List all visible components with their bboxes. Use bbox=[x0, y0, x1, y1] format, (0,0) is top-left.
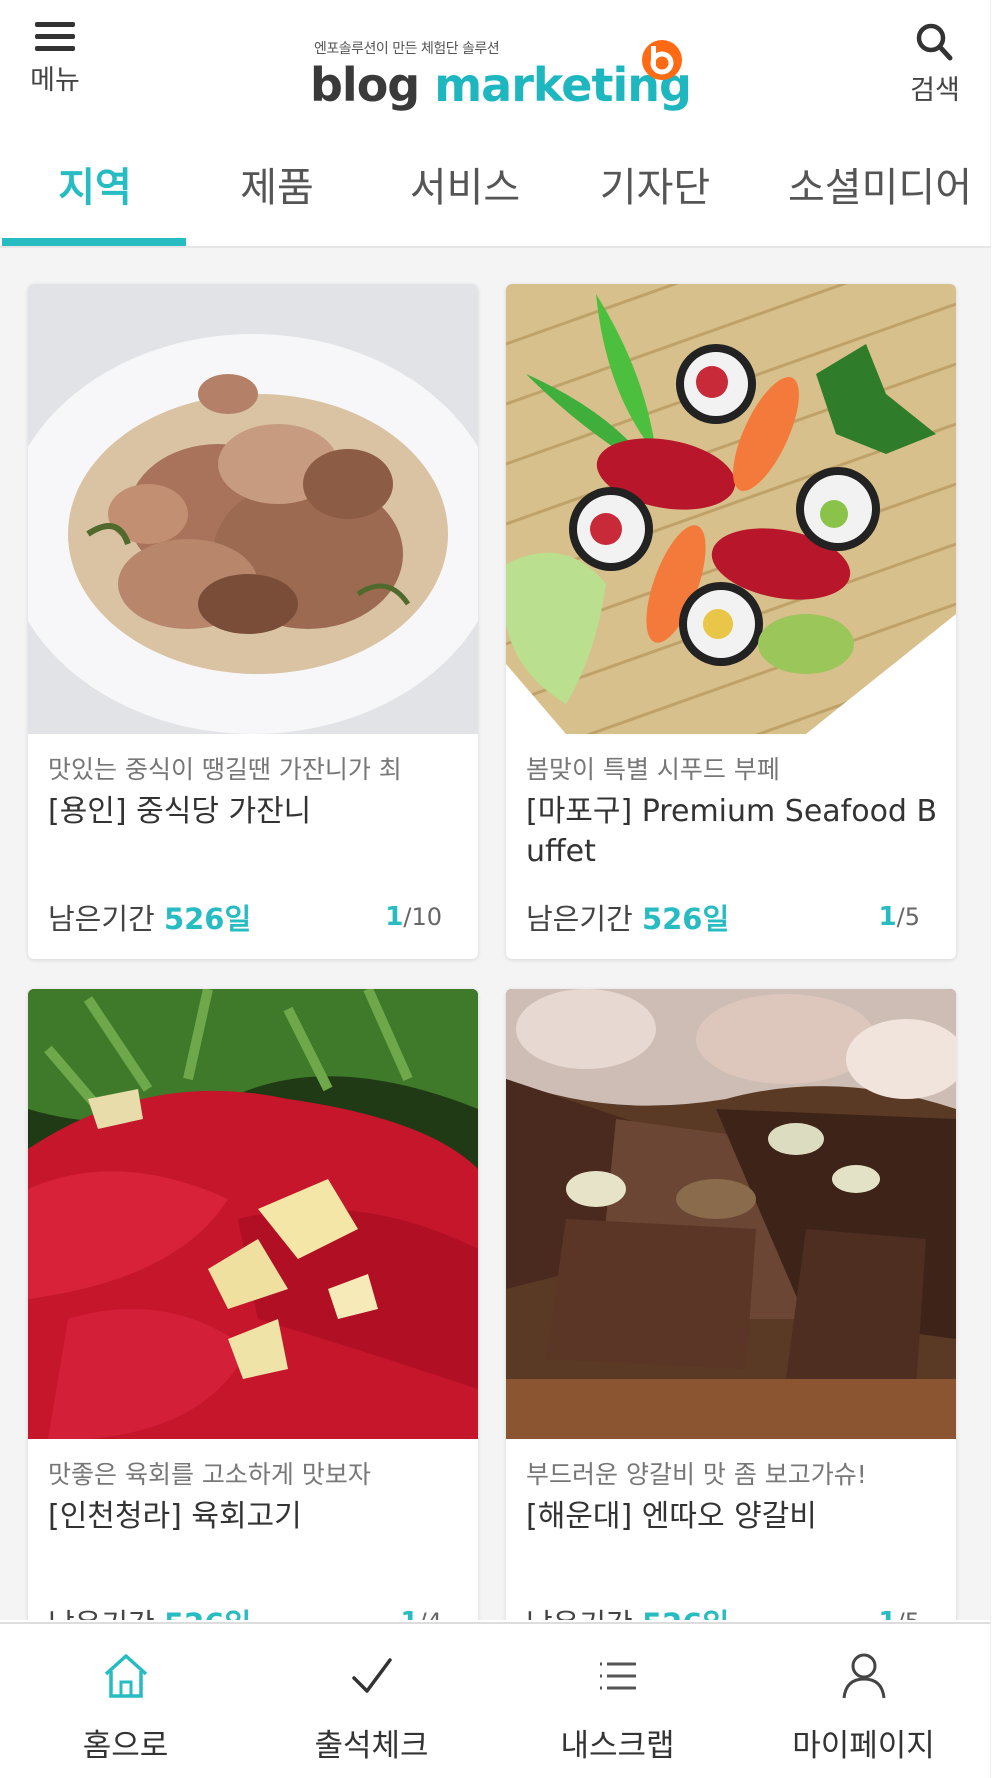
campaign-card[interactable]: 맛있는 중식이 땡길땐 가잔니가 최 [용인] 중식당 가잔니 남은기간 526… bbox=[28, 284, 478, 959]
category-tabs: 지역 제품 서비스 기자단 소셜미디어 bbox=[0, 140, 990, 248]
search-button[interactable]: 검색 bbox=[890, 22, 980, 107]
home-icon bbox=[104, 1654, 147, 1698]
card-image-stir-fry bbox=[28, 284, 478, 734]
campaign-card[interactable]: 봄맞이 특별 시푸드 부페 [마포구] Premium Seafood Buff… bbox=[506, 284, 956, 959]
nav-attendance-label: 출석체크 bbox=[314, 1728, 429, 1764]
tab-region[interactable]: 지역 bbox=[0, 140, 190, 246]
nav-scrap-label: 내스크랩 bbox=[560, 1728, 675, 1764]
campaign-grid: 맛있는 중식이 땡길땐 가잔니가 최 [용인] 중식당 가잔니 남은기간 526… bbox=[0, 248, 990, 1620]
logo-wordmark: blog marketing bbox=[310, 58, 692, 112]
nav-mypage-label: 마이페이지 bbox=[792, 1728, 935, 1764]
remaining-value: 526일 bbox=[163, 902, 252, 936]
nav-mypage[interactable]: 마이페이지 bbox=[740, 1624, 987, 1778]
count-total: /5 bbox=[896, 903, 920, 931]
applicant-count: 1/10 bbox=[385, 902, 442, 932]
active-tab-indicator bbox=[2, 238, 186, 246]
tab-product[interactable]: 제품 bbox=[182, 140, 372, 246]
card-image-lamb-ribs bbox=[506, 989, 956, 1439]
applicant-count: 1/5 bbox=[879, 902, 920, 932]
card-title: [마포구] Premium Seafood Buffet bbox=[526, 794, 938, 869]
menu-button[interactable]: 메뉴 bbox=[10, 22, 100, 97]
count-current: 1 bbox=[878, 902, 897, 932]
scrollbar-gutter bbox=[990, 0, 1000, 1778]
logo-tagline: 엔포솔루션이 만든 체험단 솔루션 bbox=[314, 41, 500, 57]
list-icon bbox=[599, 1662, 636, 1690]
card-image-sushi bbox=[506, 284, 956, 734]
count-total: /4 bbox=[419, 1608, 442, 1620]
card-subtitle: 봄맞이 특별 시푸드 부페 bbox=[526, 755, 780, 784]
checkmark-icon bbox=[351, 1658, 392, 1693]
search-icon bbox=[916, 23, 953, 61]
remaining-label: 남은기간 bbox=[48, 1607, 155, 1620]
hamburger-icon bbox=[35, 22, 75, 52]
count-total: /10 bbox=[403, 903, 442, 931]
nav-attendance[interactable]: 출석체크 bbox=[248, 1624, 495, 1778]
app-screen: 메뉴 엔포솔루션이 만든 체험단 솔루션 blog marketing 검색 지… bbox=[0, 0, 990, 1778]
card-title: [인천청라] 육회고기 bbox=[48, 1499, 302, 1534]
applicant-count: 1/5 bbox=[879, 1607, 920, 1620]
card-subtitle: 맛좋은 육회를 고소하게 맛보자 bbox=[48, 1460, 371, 1489]
menu-label: 메뉴 bbox=[30, 65, 80, 96]
nav-scrap[interactable]: 내스크랩 bbox=[494, 1624, 741, 1778]
bottom-navigation: 홈으로 출석체크 내스크랩 마이페이지 bbox=[0, 1622, 990, 1778]
user-icon bbox=[842, 1653, 885, 1699]
nav-home-label: 홈으로 bbox=[82, 1728, 169, 1764]
top-header: 메뉴 엔포솔루션이 만든 체험단 솔루션 blog marketing 검색 bbox=[0, 0, 990, 140]
campaign-card[interactable]: 부드러운 양갈비 맛 좀 보고가슈! [해운대] 엔따오 양갈비 남은기간 52… bbox=[506, 989, 956, 1620]
card-title: [용인] 중식당 가잔니 bbox=[48, 794, 312, 829]
remaining-value: 526일 bbox=[642, 1607, 729, 1620]
remaining-label: 남은기간 bbox=[48, 902, 155, 936]
remaining-label: 남은기간 bbox=[526, 1607, 633, 1620]
card-title: [해운대] 엔따오 양갈비 bbox=[526, 1499, 817, 1534]
tab-reporters[interactable]: 기자단 bbox=[560, 140, 750, 246]
remaining-label: 남은기간 bbox=[526, 902, 633, 936]
remaining-value: 526일 bbox=[641, 902, 730, 936]
count-total: /5 bbox=[897, 1608, 920, 1620]
applicant-count: 1/4 bbox=[401, 1607, 442, 1620]
remaining-period: 남은기간 526일 bbox=[526, 896, 729, 938]
card-subtitle: 부드러운 양갈비 맛 좀 보고가슈! bbox=[526, 1460, 867, 1489]
campaign-card[interactable]: 맛좋은 육회를 고소하게 맛보자 [인천청라] 육회고기 남은기간 526일 1… bbox=[28, 989, 478, 1620]
nav-home[interactable]: 홈으로 bbox=[2, 1624, 249, 1778]
tab-service[interactable]: 서비스 bbox=[370, 140, 560, 246]
site-logo[interactable]: 엔포솔루션이 만든 체험단 솔루션 blog marketing bbox=[310, 38, 700, 118]
count-current: 1 bbox=[401, 1607, 419, 1620]
card-subtitle: 맛있는 중식이 땡길땐 가잔니가 최 bbox=[48, 755, 402, 784]
remaining-period: 남은기간 526일 bbox=[48, 896, 251, 938]
tab-social-media[interactable]: 소셜미디어 bbox=[770, 140, 990, 246]
remaining-period: 남은기간 526일 bbox=[526, 1601, 729, 1620]
count-current: 1 bbox=[385, 902, 404, 932]
count-current: 1 bbox=[879, 1607, 897, 1620]
remaining-value: 526일 bbox=[164, 1607, 251, 1620]
search-label: 검색 bbox=[910, 75, 960, 106]
logo-badge-icon bbox=[642, 40, 682, 80]
logo-word-dark: blog bbox=[310, 58, 420, 112]
card-image-beef-tartare bbox=[28, 989, 478, 1439]
remaining-period: 남은기간 526일 bbox=[48, 1601, 251, 1620]
